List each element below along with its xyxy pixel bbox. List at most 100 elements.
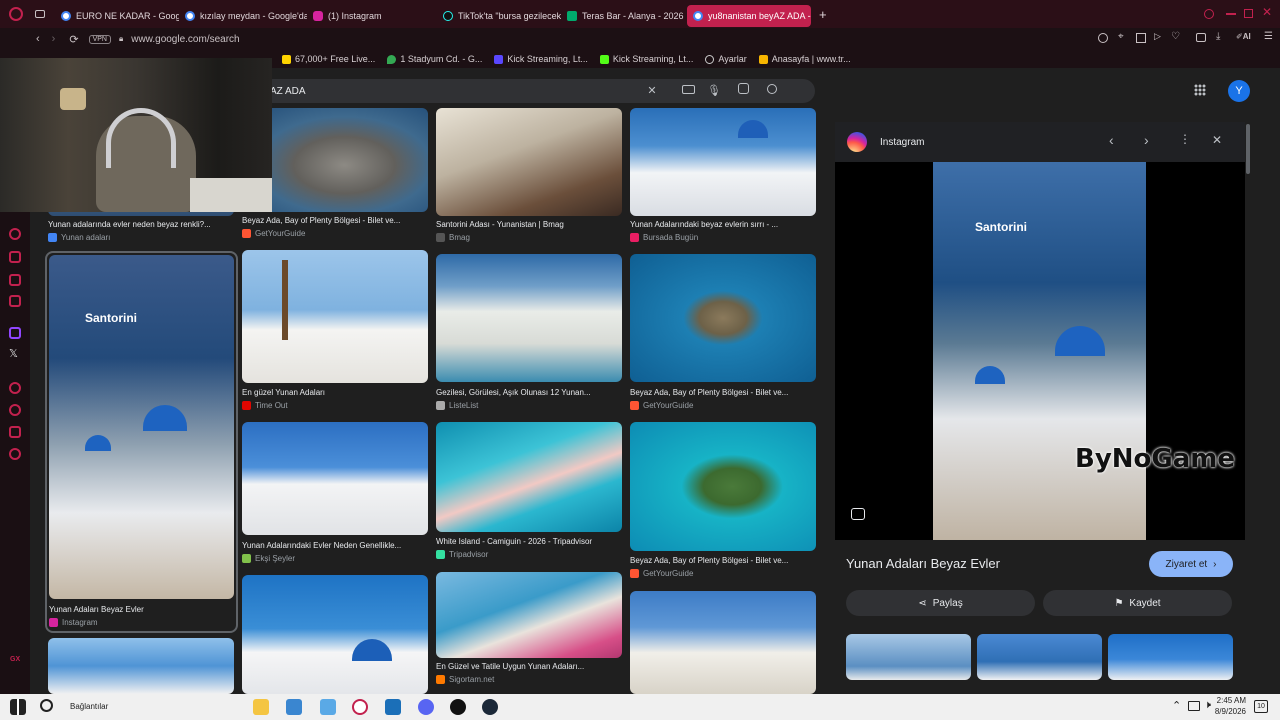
image-result-selected[interactable]: Santorini Yunan Adaları Beyaz Evler Inst…	[45, 251, 238, 633]
tab-3[interactable]: (1) Instagram	[307, 5, 437, 27]
microphone-icon[interactable]: 🎙︎	[706, 83, 722, 99]
taskbar-status-text[interactable]: Bağlantılar	[70, 702, 108, 711]
image-result[interactable]	[242, 422, 428, 535]
result-source[interactable]: Instagram	[49, 618, 98, 627]
prev-result-button[interactable]: ‹	[1109, 132, 1114, 148]
close-window-button[interactable]: ✕	[1262, 5, 1272, 19]
image-result[interactable]	[436, 254, 622, 382]
taskbar-search-icon[interactable]	[40, 699, 53, 712]
tab-6-active[interactable]: yu8nanistan beyAZ ADA - G	[687, 4, 811, 27]
keyboard-icon[interactable]	[680, 83, 696, 99]
zoom-icon[interactable]	[1098, 33, 1108, 43]
result-source[interactable]: Sigortam.net	[436, 675, 494, 684]
heart-icon[interactable]: ♡	[1171, 31, 1180, 42]
reload-icon[interactable]: ⟳	[69, 33, 78, 46]
result-caption[interactable]: Yunan Adalarındaki Evler Neden Genellikl…	[242, 541, 428, 550]
tray-chevron-icon[interactable]: ⌃	[1172, 699, 1181, 712]
image-result[interactable]	[242, 575, 428, 694]
wallet-icon[interactable]	[1196, 33, 1206, 42]
image-result[interactable]	[630, 108, 816, 216]
history-icon[interactable]	[9, 404, 21, 416]
image-result[interactable]	[436, 572, 622, 658]
result-caption[interactable]: En güzel Yunan Adaları	[242, 388, 428, 397]
bookmark-item[interactable]: Anasayfa | www.tr...	[758, 54, 851, 64]
result-source[interactable]: Yunan adaları	[48, 233, 110, 242]
aria-icon[interactable]	[9, 228, 21, 240]
network-icon[interactable]	[1188, 701, 1200, 711]
search-box[interactable]: AZ ADA ✕ 🎙︎	[250, 79, 815, 103]
windows-start-icon[interactable]	[10, 699, 26, 715]
result-caption[interactable]: En Güzel ve Tatile Uygun Yunan Adaları..…	[436, 662, 622, 671]
result-caption[interactable]: Yunan adalarında evler neden beyaz renkl…	[48, 220, 234, 229]
whatsapp-icon[interactable]	[9, 274, 21, 286]
discord-icon[interactable]	[418, 699, 434, 715]
result-caption[interactable]: Beyaz Ada, Bay of Plenty Bölgesi - Bilet…	[630, 388, 816, 397]
x-icon[interactable]: 𝕏	[9, 347, 18, 360]
bookmark-item[interactable]: 1 Stadyum Cd. - G...	[387, 54, 482, 64]
result-source[interactable]: GetYourGuide	[630, 569, 693, 578]
gmail-icon[interactable]	[9, 295, 21, 307]
settings-icon[interactable]	[9, 448, 21, 460]
share-button[interactable]: ⋖ Paylaş	[846, 590, 1035, 616]
bookmark-item[interactable]: Kick Streaming, Lt...	[494, 54, 588, 64]
image-result[interactable]	[242, 250, 428, 383]
pin-icon[interactable]: ⌖	[1118, 31, 1124, 42]
result-caption[interactable]: Beyaz Ada, Bay of Plenty Bölgesi - Bilet…	[242, 216, 428, 225]
download-icon[interactable]: ⤓	[1216, 31, 1220, 42]
more-options-icon[interactable]: ⋮	[1179, 132, 1191, 146]
menu-icon[interactable]: ☰	[1264, 31, 1273, 42]
image-result[interactable]	[436, 108, 622, 216]
image-result[interactable]	[48, 638, 234, 694]
related-image[interactable]	[1108, 634, 1233, 680]
result-caption[interactable]: Yunan Adalarındaki beyaz evlerin sırrı -…	[630, 220, 816, 229]
url-field[interactable]: www.google.com/search	[131, 34, 239, 45]
search-tabs-icon[interactable]	[1204, 9, 1214, 19]
search-icon[interactable]	[764, 83, 780, 99]
result-caption[interactable]: Gezilesi, Görülesi, Aşık Olunası 12 Yuna…	[436, 388, 622, 397]
image-result[interactable]	[630, 591, 816, 694]
tab-5[interactable]: Teras Bar - Alanya - 2026	[561, 5, 687, 27]
visit-button[interactable]: Ziyaret et ›	[1149, 551, 1233, 577]
result-caption[interactable]: Santorini Adası - Yunanistan | Bmag	[436, 220, 622, 229]
next-result-button[interactable]: ›	[1144, 132, 1149, 148]
clock-time[interactable]: 2:45 AM	[1208, 696, 1246, 705]
lens-icon[interactable]	[735, 83, 751, 99]
player-icon[interactable]	[9, 382, 21, 394]
result-source[interactable]: ListeList	[436, 401, 478, 410]
preview-image[interactable]: Santorini	[933, 162, 1146, 540]
avatar[interactable]: Y	[1228, 80, 1250, 102]
image-result[interactable]	[436, 422, 622, 532]
gx-icon[interactable]: GX	[10, 656, 20, 663]
result-source[interactable]: Tripadvisor	[436, 550, 488, 559]
save-button[interactable]: ⚑ Kaydet	[1043, 590, 1232, 616]
related-image[interactable]	[846, 634, 971, 680]
snapshot-icon[interactable]	[1136, 33, 1146, 43]
maximize-button[interactable]	[1244, 9, 1253, 18]
opera-gx-taskbar-icon[interactable]	[352, 699, 368, 715]
bookmark-item[interactable]: 67,000+ Free Live...	[282, 54, 375, 64]
result-caption[interactable]: Beyaz Ada, Bay of Plenty Bölgesi - Bilet…	[630, 556, 816, 565]
result-source[interactable]: Bmag	[436, 233, 470, 242]
back-icon[interactable]: ‹	[36, 33, 40, 45]
close-panel-button[interactable]: ✕	[1212, 133, 1222, 147]
minimize-button[interactable]	[1226, 13, 1236, 15]
forward-icon[interactable]: ›	[52, 33, 56, 45]
opera-logo-icon[interactable]	[9, 7, 23, 21]
store-icon[interactable]	[286, 699, 302, 715]
extensions-icon[interactable]	[9, 426, 21, 438]
notification-badge[interactable]: 10	[1254, 700, 1268, 713]
result-caption[interactable]: Yunan Adaları Beyaz Evler	[49, 605, 235, 614]
panel-title[interactable]: Yunan Adaları Beyaz Evler	[846, 556, 1000, 571]
messenger-icon[interactable]	[9, 251, 21, 263]
play-icon[interactable]: ▷	[1154, 31, 1161, 42]
result-source[interactable]: Ekşi Şeyler	[242, 554, 295, 563]
image-result[interactable]	[630, 422, 816, 551]
clock-date[interactable]: 8/9/2026	[1206, 707, 1246, 716]
result-source[interactable]: Bursada Bugün	[630, 233, 698, 242]
bookmark-item[interactable]: Ayarlar	[705, 54, 747, 64]
result-caption[interactable]: White Island - Camiguin - 2026 - Tripadv…	[436, 537, 622, 546]
workspace-icon[interactable]	[35, 10, 45, 18]
app-icon[interactable]	[450, 699, 466, 715]
bookmark-item[interactable]: Kick Streaming, Lt...	[599, 54, 693, 64]
related-image[interactable]	[977, 634, 1102, 680]
